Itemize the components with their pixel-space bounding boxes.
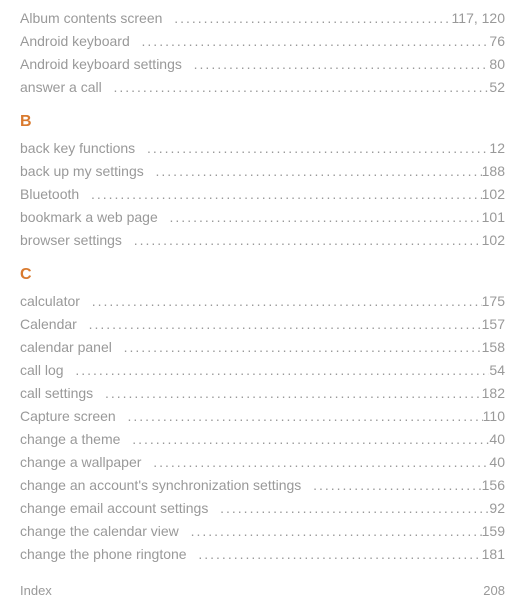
index-entry-label: bookmark a web page [20,207,166,228]
index-entry: Android keyboard .......................… [20,31,505,52]
index-entry-label: change the calendar view [20,521,187,542]
index-entry: change a wallpaper .....................… [20,452,505,473]
index-entry: bookmark a web page ....................… [20,207,505,228]
index-entry: Calendar ...............................… [20,314,505,335]
index-entry-dots: ........................................… [152,161,482,182]
index-entry-pages: 175 [482,291,505,312]
index-entry: change an account's synchronization sett… [20,475,505,496]
index-entry-pages: 40 [489,452,505,473]
index-entry-dots: ........................................… [130,230,482,251]
index-entry: change a theme .........................… [20,429,505,450]
index-entry-label: Bluetooth [20,184,87,205]
index-entry-dots: ........................................… [85,314,482,335]
index-entry-label: calculator [20,291,88,312]
index-entry-dots: ........................................… [71,360,489,381]
index-entry-dots: ........................................… [109,77,489,98]
index-entry-label: change a wallpaper [20,452,149,473]
index-entry-pages: 76 [489,31,505,52]
index-entry-label: browser settings [20,230,130,251]
footer: Index 208 [20,581,505,601]
index-entry-pages: 92 [489,498,505,519]
index-entry-pages: 159 [482,521,505,542]
index-entry-dots: ........................................… [138,31,490,52]
index-entry-dots: ........................................… [124,406,483,427]
index-entry-dots: ........................................… [149,452,489,473]
index-entry: change the calendar view ...............… [20,521,505,542]
index-entry-label: call settings [20,383,101,404]
section-heading: C [20,263,505,287]
index-entry-pages: 181 [482,544,505,565]
index-entry: Android keyboard settings ..............… [20,54,505,75]
index-entry-dots: ........................................… [187,521,482,542]
index-entry-label: back up my settings [20,161,152,182]
index-entry: calculator .............................… [20,291,505,312]
footer-page-number: 208 [483,581,505,601]
index-entry-label: Album contents screen [20,8,170,29]
index-entry-pages: 101 [482,207,505,228]
index-entry-pages: 12 [489,138,505,159]
index-entry-pages: 117, 120 [452,8,505,29]
index-entry-dots: ........................................… [87,184,482,205]
index-entry-label: call log [20,360,71,381]
index-entry-dots: ........................................… [128,429,489,450]
index-entry-pages: 102 [482,230,505,251]
index-entry-dots: ........................................… [120,337,482,358]
index-entry-label: calendar panel [20,337,120,358]
index-entry-label: change the phone ringtone [20,544,194,565]
index-entry-pages: 40 [489,429,505,450]
footer-left: Index [20,581,52,601]
index-body: Album contents screen ..................… [20,8,505,565]
index-entry: change email account settings ..........… [20,498,505,519]
index-entry: Capture screen .........................… [20,406,505,427]
index-entry-label: Android keyboard [20,31,138,52]
index-entry-pages: 80 [489,54,505,75]
index-entry-label: Calendar [20,314,85,335]
index-entry: browser settings .......................… [20,230,505,251]
index-entry-pages: 102 [482,184,505,205]
index-entry-label: change email account settings [20,498,216,519]
index-entry: answer a call ..........................… [20,77,505,98]
index-entry-label: answer a call [20,77,109,98]
section-heading: B [20,110,505,134]
index-entry: back up my settings ....................… [20,161,505,182]
index-entry-label: change a theme [20,429,128,450]
index-entry: Album contents screen ..................… [20,8,505,29]
index-entry-dots: ........................................… [194,544,481,565]
index-entry-dots: ........................................… [143,138,489,159]
index-entry-pages: 188 [482,161,505,182]
index-entry-dots: ........................................… [166,207,482,228]
index-entry: Bluetooth ..............................… [20,184,505,205]
index-entry-pages: 52 [489,77,505,98]
index-entry-label: Android keyboard settings [20,54,190,75]
index-entry-label: change an account's synchronization sett… [20,475,309,496]
index-entry: call log ...............................… [20,360,505,381]
index-entry-pages: 182 [482,383,505,404]
index-entry-pages: 157 [482,314,505,335]
index-entry-dots: ........................................… [88,291,482,312]
index-entry-pages: 54 [489,360,505,381]
index-entry: back key functions .....................… [20,138,505,159]
index-entry-label: back key functions [20,138,143,159]
index-entry-pages: 158 [482,337,505,358]
index-entry-pages: 156 [482,475,505,496]
index-entry: calendar panel .........................… [20,337,505,358]
index-entry-dots: ........................................… [170,8,451,29]
index-entry: call settings ..........................… [20,383,505,404]
index-entry-dots: ........................................… [101,383,482,404]
index-entry-dots: ........................................… [216,498,489,519]
index-entry: change the phone ringtone ..............… [20,544,505,565]
index-entry-pages: 110 [483,406,505,427]
index-entry-label: Capture screen [20,406,124,427]
index-entry-dots: ........................................… [190,54,490,75]
index-entry-dots: ........................................… [309,475,482,496]
